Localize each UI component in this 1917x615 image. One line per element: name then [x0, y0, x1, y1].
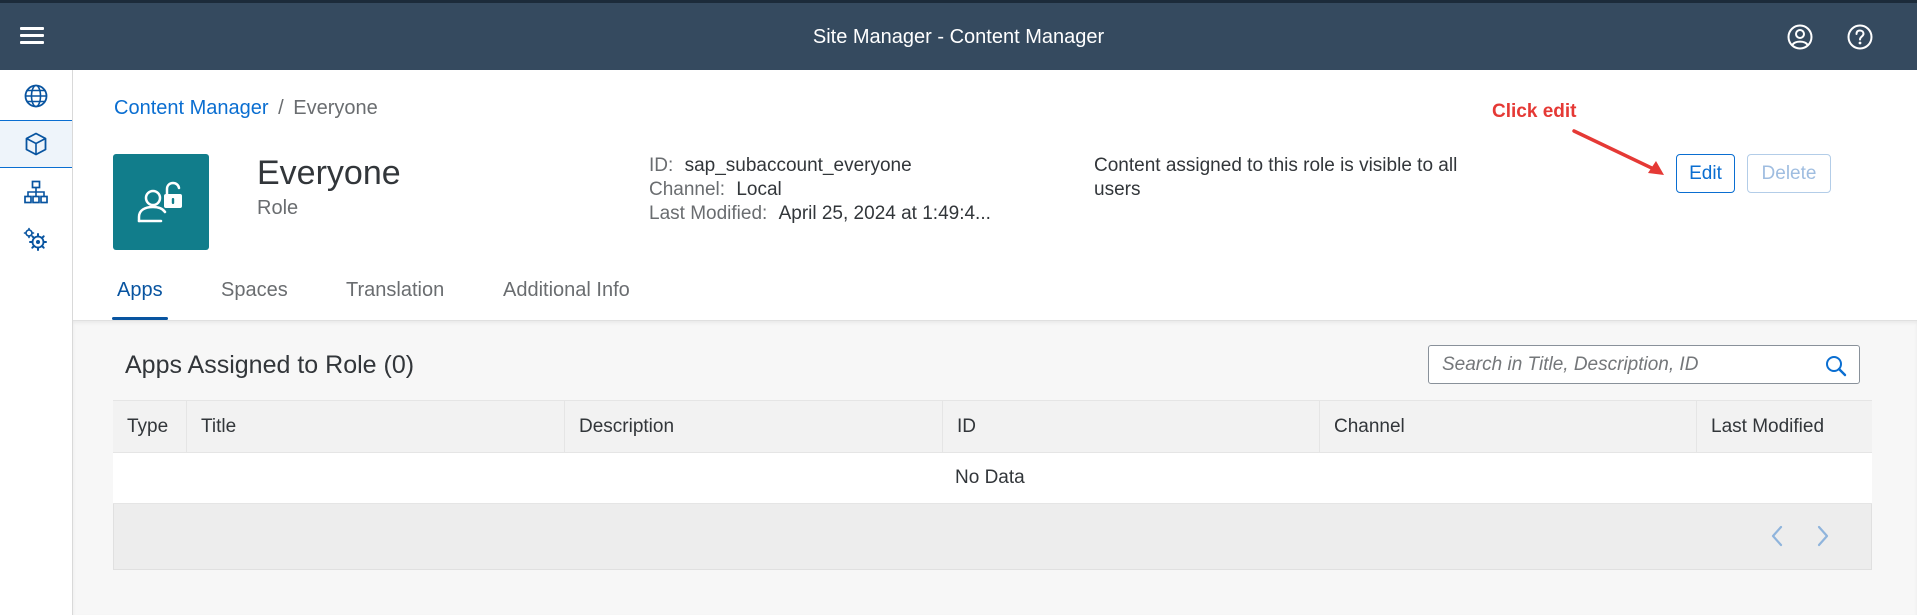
apps-table: Type Title Description ID Channel Last M… [113, 400, 1872, 570]
table-footer [113, 504, 1872, 570]
breadcrumb-current: Everyone [293, 97, 378, 119]
table-header: Type Title Description ID Channel Last M… [113, 400, 1872, 453]
cube-icon [25, 132, 47, 156]
breadcrumb-link-content-manager[interactable]: Content Manager [114, 97, 269, 119]
help-icon[interactable] [1846, 23, 1874, 51]
role-avatar [113, 154, 209, 250]
role-description: Content assigned to this role is visible… [1094, 155, 1458, 200]
attribute-last-modified-label: Last Modified: [649, 203, 768, 224]
tab-translation[interactable]: Translation [341, 270, 449, 320]
no-data-text: No Data [955, 467, 1025, 488]
delete-button[interactable]: Delete [1747, 154, 1831, 193]
user-unlocked-icon [137, 181, 182, 223]
section-title: Apps Assigned to Role (0) [125, 351, 415, 379]
nav-item-hierarchy[interactable] [0, 168, 72, 216]
globe-icon [24, 84, 48, 108]
nav-item-content-manager[interactable] [0, 120, 72, 168]
shell-bar: Site Manager - Content Manager [0, 3, 1917, 70]
column-header-description[interactable]: Description [565, 401, 943, 453]
attribute-id-label: ID: [649, 155, 674, 176]
org-hierarchy-icon [24, 180, 48, 204]
page-subtitle: Role [257, 197, 299, 219]
breadcrumb-separator: / [278, 97, 284, 119]
breadcrumb: Content Manager / Everyone [114, 97, 378, 120]
attribute-channel: Channel: Local [649, 178, 991, 202]
tab-spaces[interactable]: Spaces [216, 270, 293, 320]
search-input[interactable] [1442, 352, 1812, 378]
attribute-last-modified: Last Modified: April 25, 2024 at 1:49:4.… [649, 202, 991, 226]
annotation-label: Click edit [1492, 101, 1577, 122]
attribute-last-modified-value: April 25, 2024 at 1:49:4... [778, 203, 991, 224]
chevron-right-icon[interactable] [1809, 522, 1837, 550]
attribute-channel-value: Local [736, 179, 782, 200]
attribute-id: ID: sap_subaccount_everyone [649, 154, 991, 178]
nav-item-settings[interactable] [0, 216, 72, 264]
tab-additional-info[interactable]: Additional Info [498, 270, 635, 320]
column-header-channel[interactable]: Channel [1320, 401, 1697, 453]
edit-button[interactable]: Edit [1676, 154, 1735, 193]
column-header-type[interactable]: Type [113, 401, 187, 453]
page-title: Everyone [257, 154, 401, 192]
column-header-last-modified[interactable]: Last Modified [1697, 401, 1872, 453]
gears-icon [23, 227, 47, 251]
user-profile-icon[interactable] [1786, 23, 1814, 51]
side-navigation [0, 70, 73, 615]
no-data-row: No Data [113, 453, 1872, 504]
annotation-arrow-icon [1572, 129, 1664, 175]
attribute-id-value: sap_subaccount_everyone [684, 155, 912, 176]
nav-item-sites[interactable] [0, 72, 72, 120]
search-icon[interactable] [1825, 355, 1847, 382]
column-header-title[interactable]: Title [187, 401, 565, 453]
object-attributes: ID: sap_subaccount_everyone Channel: Loc… [649, 154, 991, 226]
chevron-left-icon[interactable] [1763, 522, 1791, 550]
search-field [1428, 345, 1860, 384]
shell-title: Site Manager - Content Manager [812, 26, 1105, 48]
attribute-channel-label: Channel: [649, 179, 726, 200]
tab-apps[interactable]: Apps [112, 270, 168, 320]
column-header-id[interactable]: ID [943, 401, 1320, 453]
